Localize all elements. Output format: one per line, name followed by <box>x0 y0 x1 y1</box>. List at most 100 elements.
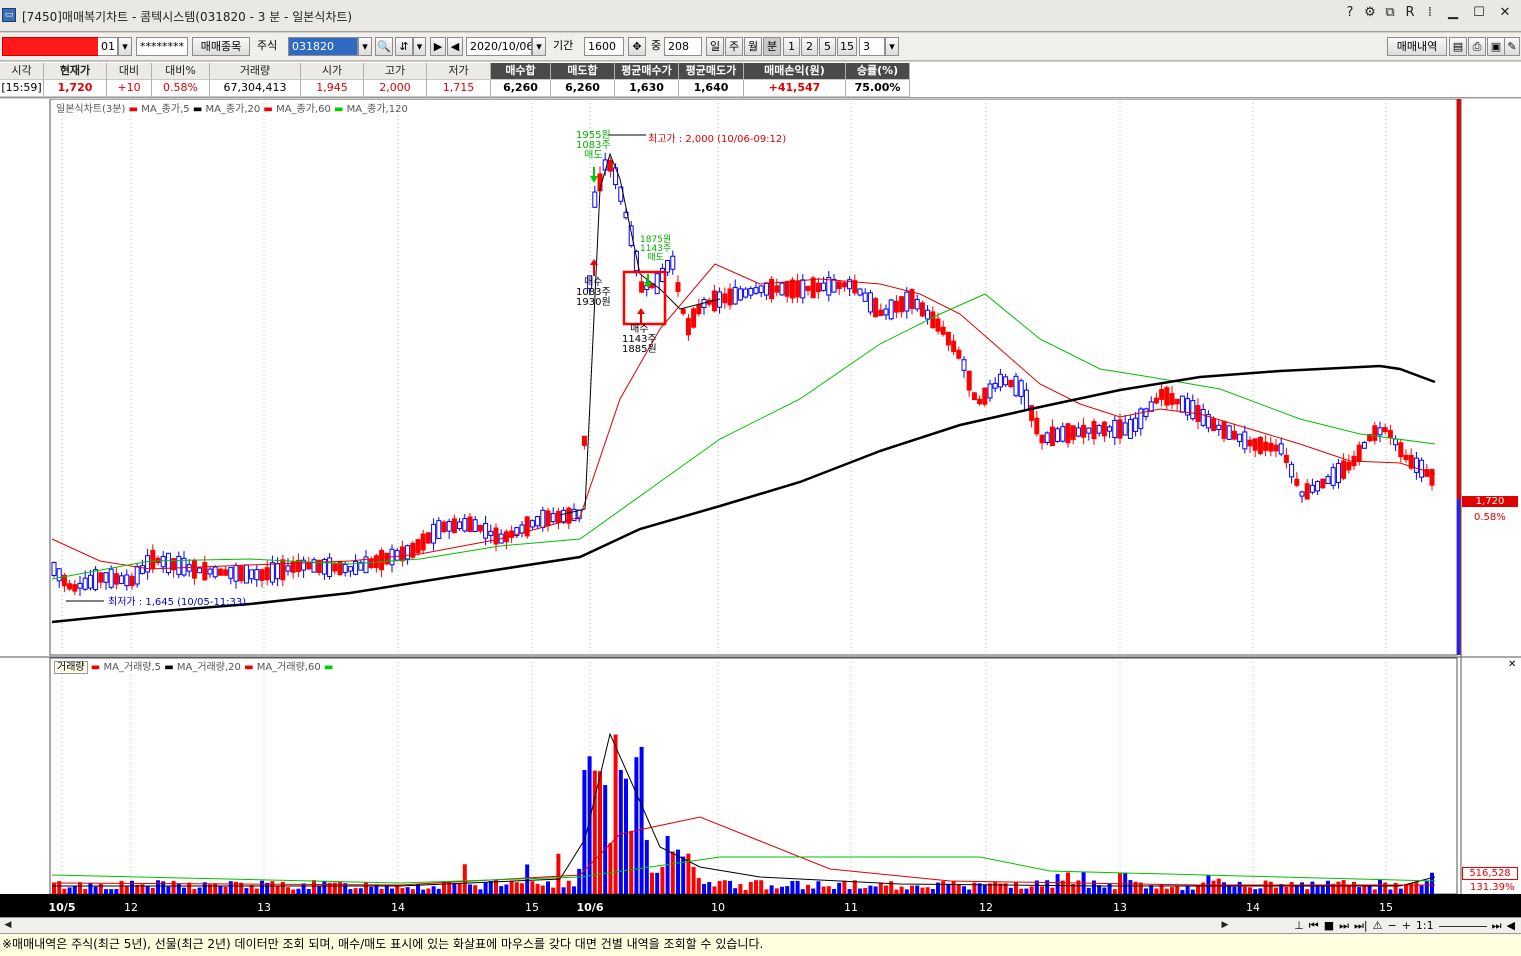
volume-bar <box>1227 885 1232 894</box>
close-button[interactable]: ✕ <box>1493 3 1517 23</box>
candle-body <box>1023 389 1029 411</box>
period-input[interactable]: 1600 <box>584 37 624 56</box>
save-icon[interactable]: ▣ <box>1487 37 1505 56</box>
account-number-field[interactable] <box>2 37 100 56</box>
volume-bar <box>119 880 124 894</box>
stock-dropdown-button[interactable]: ▾ <box>358 37 372 56</box>
prev-button[interactable]: ◀ <box>447 37 463 56</box>
volume-bar <box>1102 887 1107 894</box>
candle-body <box>992 382 998 389</box>
zoom-out-icon[interactable]: − <box>1387 919 1396 933</box>
candle-body <box>1413 457 1419 473</box>
volume-bar <box>1242 886 1247 894</box>
candle-body <box>545 510 551 527</box>
sell-mark-1[interactable]: 1955원 1083주 매도 <box>576 131 611 161</box>
candle-body <box>249 569 255 580</box>
candle-body <box>119 575 125 584</box>
next-button[interactable]: ▶ <box>430 37 446 56</box>
volume-bar <box>826 886 831 894</box>
settings-icon[interactable]: ⚙ <box>1361 3 1379 23</box>
count-input[interactable]: 208 <box>664 37 702 56</box>
volume-bar <box>457 883 462 894</box>
unit-month-button[interactable]: 월 <box>744 37 762 56</box>
chart-end-icon[interactable]: ⏭ <box>1492 919 1502 933</box>
trade-item-button[interactable]: 매매종목 <box>192 37 250 56</box>
unit-week-button[interactable]: 주 <box>725 37 743 56</box>
volume-bar <box>353 888 358 894</box>
volume-bar <box>1029 886 1034 894</box>
volume-bar <box>223 886 228 894</box>
minimize-button[interactable]: ▁ <box>1441 3 1465 23</box>
volume-bar <box>811 888 816 894</box>
candle-body <box>467 516 473 532</box>
crosshair-icon[interactable]: ✥ <box>628 37 646 56</box>
buy-mark-2[interactable]: 매수 1143주 1885원 <box>622 325 657 355</box>
tool-icon[interactable]: ⊥ <box>1294 919 1304 933</box>
help-icon[interactable]: ? <box>1341 3 1359 23</box>
candle-body <box>176 555 182 575</box>
volume-bar <box>1383 882 1388 894</box>
zoom-slider[interactable] <box>1438 919 1487 927</box>
candle-body <box>415 539 421 554</box>
volume-bar <box>390 888 394 894</box>
chart-area[interactable]: 10/5 12 13 14 15 10/6 10 11 12 13 14 15 일본식차트(3분) ▬… <box>0 99 1521 917</box>
minute-2-button[interactable]: 2 <box>801 37 818 56</box>
zoom-in-icon[interactable]: + <box>1402 919 1411 933</box>
minute-value-select[interactable]: 3 <box>859 37 885 56</box>
end-icon[interactable]: ⏭| <box>1354 919 1368 933</box>
search-icon[interactable]: 🔍 <box>375 37 393 56</box>
date-dropdown-button[interactable]: ▾ <box>532 37 546 56</box>
account-dropdown-button[interactable]: ▾ <box>118 37 132 56</box>
unit-minute-button[interactable]: 분 <box>763 37 781 56</box>
chart-scrollbar[interactable]: ◀ ▶ ⊥ ⏮ ■ ⏭ ⏭| ⚠ − + 1:1 ⏭ ◀ <box>0 917 1521 933</box>
candle-body <box>217 568 223 576</box>
tile-icon[interactable]: ⧉ <box>1381 3 1399 23</box>
password-field[interactable]: ******** <box>136 37 188 56</box>
close-pane-icon[interactable]: ✕ <box>1508 659 1516 670</box>
legend-swatch: ▬ <box>192 104 203 115</box>
volume-bar <box>993 881 998 894</box>
buy-mark-1[interactable]: 매수 1083주 1930원 <box>576 278 611 308</box>
scroll-end-icon[interactable]: ◀ <box>1507 919 1515 933</box>
candle-body <box>685 318 691 336</box>
scroll-left-button[interactable]: ◀ <box>1 919 15 932</box>
candle-body <box>399 546 405 562</box>
account-suffix-field[interactable]: 01 <box>98 37 118 56</box>
candle-body <box>722 293 728 304</box>
volume-bar <box>858 888 862 894</box>
trade-history-button[interactable]: 매매내역 <box>1387 37 1447 56</box>
alert-icon[interactable]: ⚠ <box>1373 919 1383 933</box>
candle-body <box>857 288 863 296</box>
minute-dropdown-button[interactable]: ▾ <box>885 37 899 56</box>
candle-body <box>1174 398 1180 405</box>
minute-1-button[interactable]: 1 <box>783 37 800 56</box>
tool-icon[interactable]: ✎ <box>1504 37 1520 56</box>
open-icon[interactable]: ▤ <box>1449 37 1467 56</box>
summary-header: 거래량 <box>210 63 301 80</box>
refresh-icon[interactable]: R <box>1401 3 1419 23</box>
more-icon[interactable]: ⁞ <box>1421 3 1439 23</box>
unit-day-button[interactable]: 일 <box>706 37 724 56</box>
minute-5-button[interactable]: 5 <box>819 37 836 56</box>
candle-body <box>930 311 936 329</box>
forward-icon[interactable]: ⏭ <box>1339 919 1349 933</box>
volume-bar <box>852 880 857 894</box>
stop-icon[interactable]: ■ <box>1324 919 1334 933</box>
stock-code-input[interactable]: 031820 <box>288 37 358 56</box>
maximize-button[interactable]: ☐ <box>1467 3 1491 23</box>
candle-body <box>98 572 104 583</box>
date-input[interactable]: 2020/10/06 <box>466 37 532 56</box>
volume-bar <box>296 888 301 894</box>
print-icon[interactable]: ⎙ <box>1468 37 1486 56</box>
candle-body <box>1117 419 1123 439</box>
volume-bar <box>1222 882 1226 894</box>
price-volume-chart[interactable]: 10/5 12 13 14 15 10/6 10 11 12 13 14 15 <box>0 99 1521 917</box>
sort-icon[interactable]: ⇵ <box>395 37 413 56</box>
sort-dropdown-button[interactable]: ▾ <box>413 37 426 56</box>
scroll-right-button[interactable]: ▶ <box>1218 919 1232 932</box>
volume-bar <box>1019 888 1024 894</box>
candle-body <box>483 522 489 539</box>
rewind-icon[interactable]: ⏮ <box>1309 919 1319 933</box>
minute-15-button[interactable]: 15 <box>837 37 857 56</box>
sell-mark-2[interactable]: 1875원 1143주 매도 <box>640 236 671 263</box>
